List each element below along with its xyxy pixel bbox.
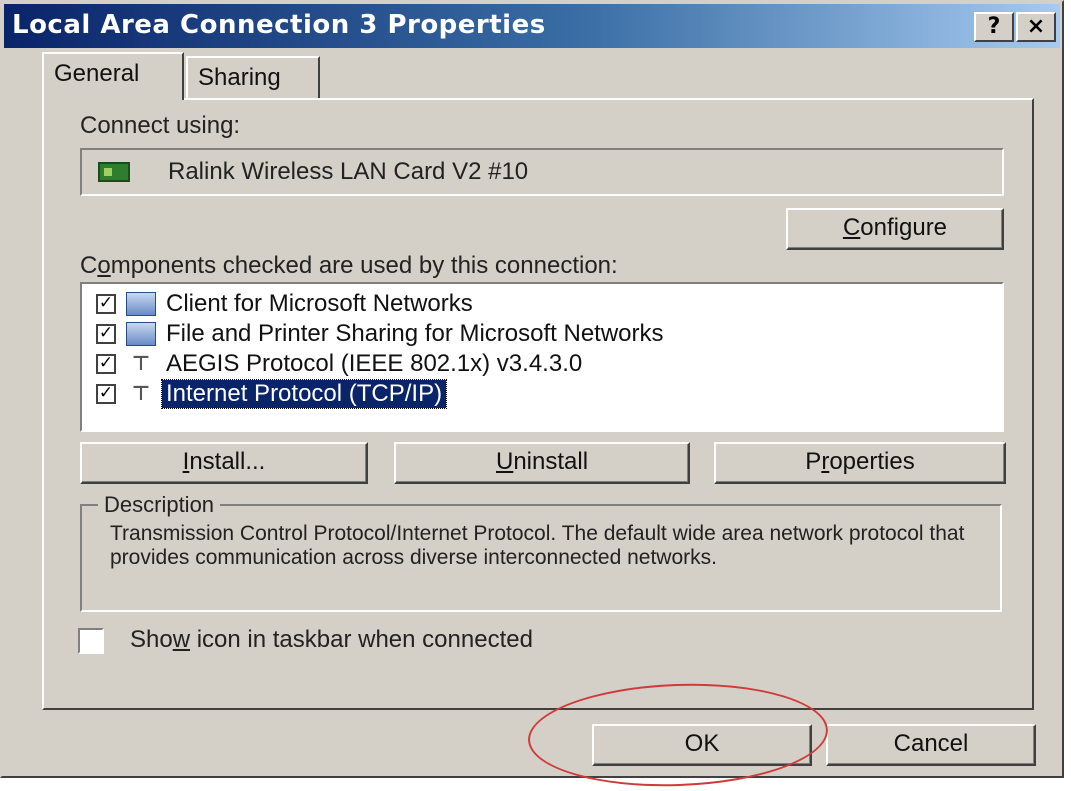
description-title: Description: [98, 492, 221, 518]
description-text: Transmission Control Protocol/Internet P…: [110, 522, 965, 569]
component-label: AEGIS Protocol (IEEE 802.1x) v3.4.3.0: [166, 350, 583, 377]
component-checkbox[interactable]: ✓: [96, 384, 116, 404]
components-accelerator: o: [97, 252, 111, 279]
file-printer-sharing-icon: [126, 322, 156, 346]
component-label: File and Printer Sharing for Microsoft N…: [166, 320, 664, 347]
properties-button[interactable]: Properties: [714, 442, 1006, 484]
description-group: Description Transmission Control Protoco…: [80, 492, 1002, 612]
network-card-icon: [98, 162, 130, 182]
general-tab-panel: Connect using: Ralink Wireless LAN Card …: [42, 98, 1034, 710]
list-item[interactable]: ✓ ⊤ Internet Protocol (TCP/IP): [96, 379, 1002, 410]
configure-button[interactable]: Configure: [786, 208, 1004, 250]
configure-accelerator: C: [842, 214, 861, 241]
help-button[interactable]: ?: [974, 12, 1014, 42]
adapter-name: Ralink Wireless LAN Card V2 #10: [168, 158, 529, 185]
list-item[interactable]: ✓ Client for Microsoft Networks: [96, 290, 1002, 320]
uninstall-button[interactable]: Uninstall: [394, 442, 690, 484]
tab-general-label: General: [54, 60, 140, 87]
uninstall-accelerator: U: [495, 448, 514, 475]
install-button[interactable]: Install...: [80, 442, 368, 484]
component-checkbox[interactable]: ✓: [96, 294, 116, 314]
component-label: Client for Microsoft Networks: [166, 290, 473, 317]
tab-sharing[interactable]: Sharing: [186, 56, 320, 98]
components-label: Components checked are used by this conn…: [80, 252, 618, 279]
list-item[interactable]: ✓ ⊤ AEGIS Protocol (IEEE 802.1x) v3.4.3.…: [96, 350, 1002, 380]
tab-general[interactable]: General: [42, 52, 184, 100]
tab-sharing-label: Sharing: [198, 64, 281, 91]
window-title: Local Area Connection 3 Properties: [12, 10, 546, 40]
component-checkbox[interactable]: ✓: [96, 354, 116, 374]
cancel-button[interactable]: Cancel: [826, 724, 1036, 766]
components-list[interactable]: ✓ Client for Microsoft Networks ✓ File a…: [80, 282, 1004, 432]
protocol-icon: ⊤: [131, 351, 151, 375]
show-icon-label: Show icon in taskbar when connected: [130, 626, 533, 653]
component-label-selected: Internet Protocol (TCP/IP): [160, 379, 448, 409]
ok-button[interactable]: OK: [592, 724, 812, 766]
properties-dialog: Local Area Connection 3 Properties ? × G…: [0, 0, 1064, 791]
show-icon-checkbox[interactable]: [78, 628, 104, 654]
show-icon-accelerator: w: [172, 626, 191, 653]
connect-using-label: Connect using:: [80, 112, 241, 139]
title-bar[interactable]: Local Area Connection 3 Properties ? ×: [4, 4, 1060, 48]
network-client-icon: [126, 292, 156, 316]
list-item[interactable]: ✓ File and Printer Sharing for Microsoft…: [96, 320, 1002, 350]
component-checkbox[interactable]: ✓: [96, 324, 116, 344]
adapter-field: Ralink Wireless LAN Card V2 #10: [80, 148, 1004, 196]
protocol-icon: ⊤: [131, 381, 151, 405]
close-button[interactable]: ×: [1016, 12, 1056, 42]
